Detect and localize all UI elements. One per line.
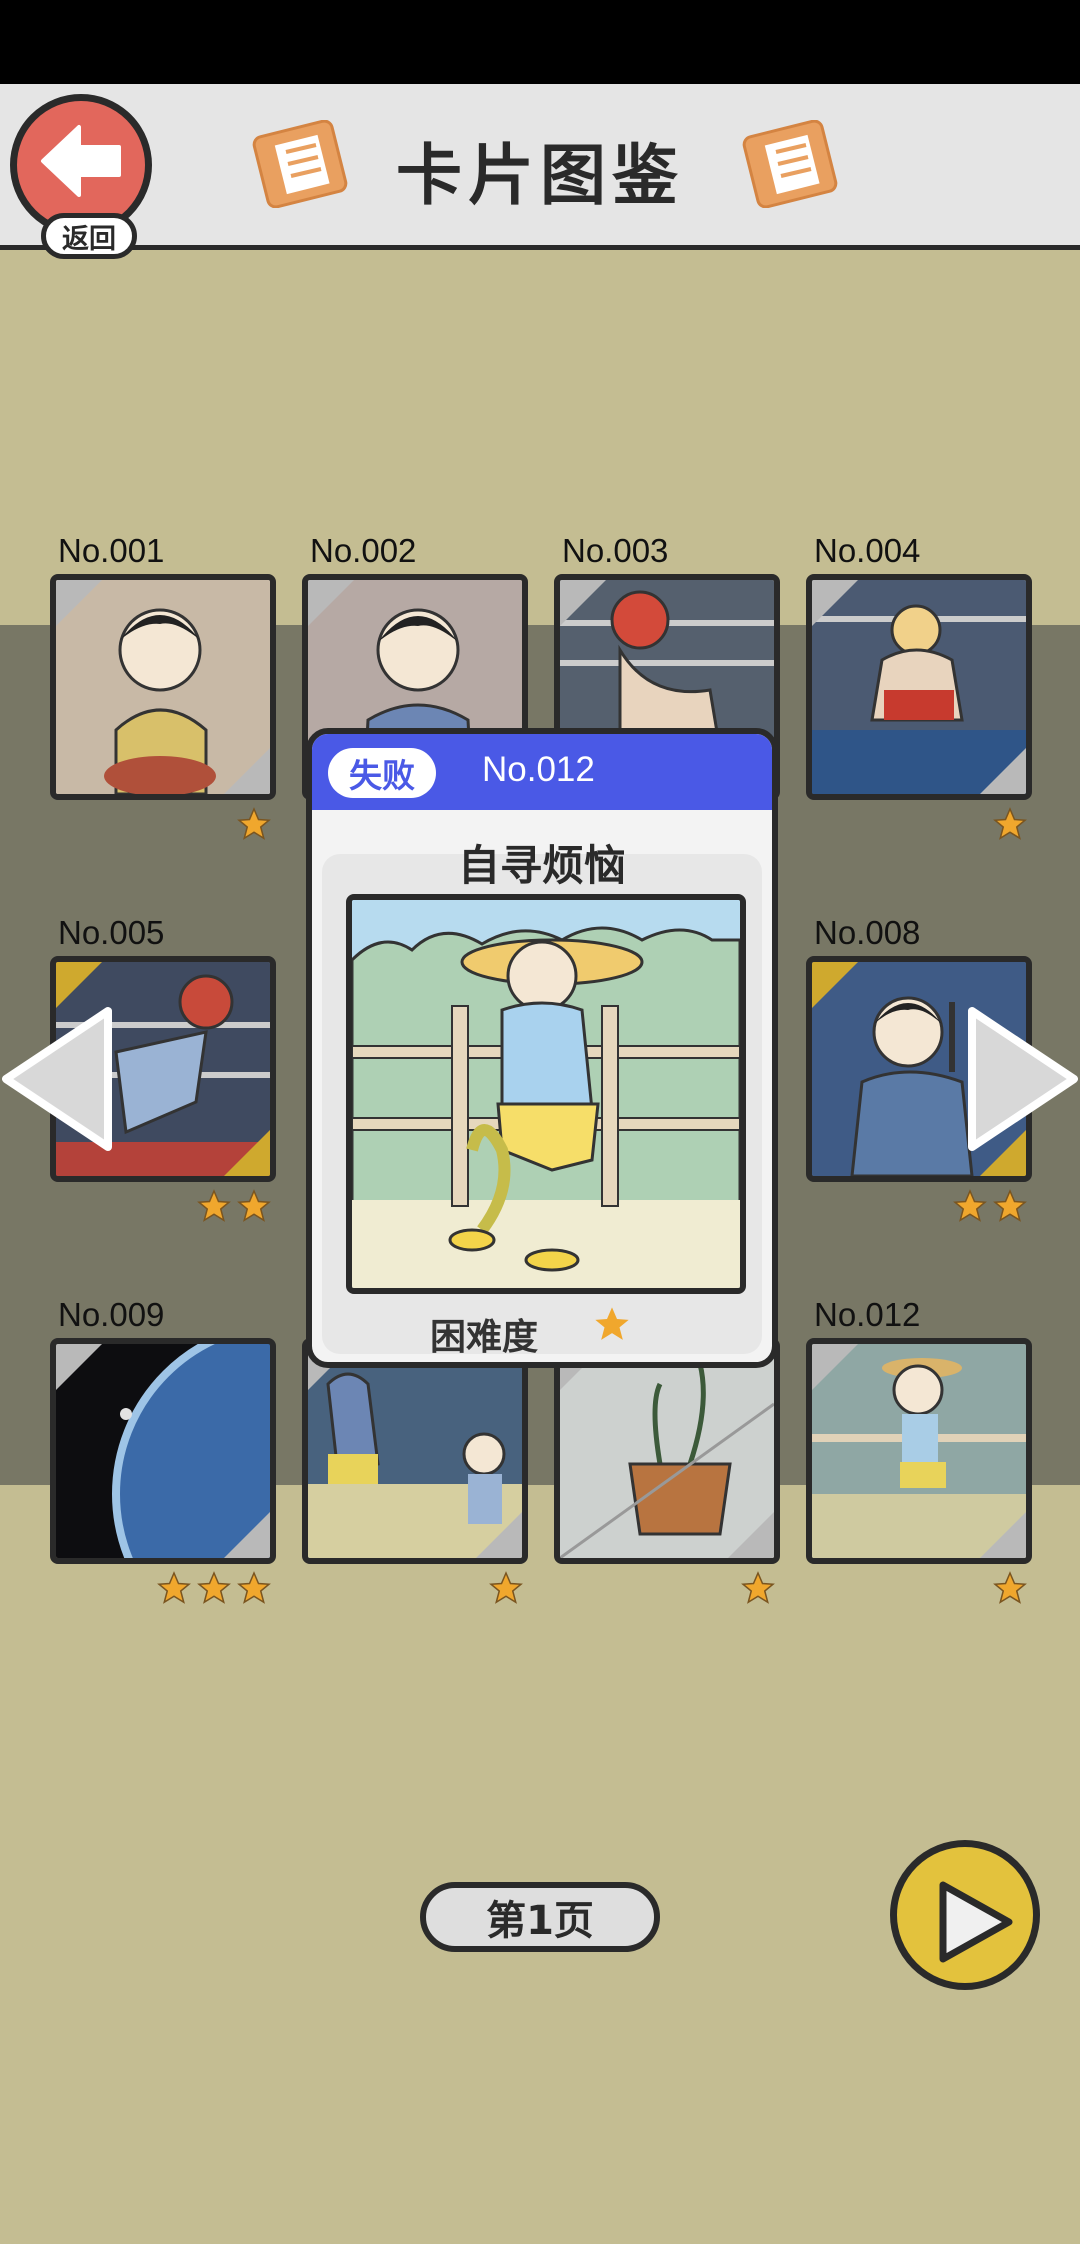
status-bar	[0, 0, 1080, 84]
play-icon	[939, 1881, 1013, 1963]
star-icon	[237, 1571, 271, 1604]
page-title: 卡片图鉴	[396, 137, 684, 214]
card-number: No.001	[58, 532, 165, 569]
card-thumbnail[interactable]	[806, 574, 1032, 800]
card-number: No.002	[310, 532, 417, 569]
star-icon	[197, 1571, 231, 1604]
star-icon	[993, 1571, 1027, 1604]
card-number: No.009	[58, 1296, 165, 1333]
status-badge: 失败	[328, 748, 436, 798]
card-number: No.004	[814, 532, 921, 569]
card-stars	[952, 1188, 1028, 1224]
star-icon	[237, 807, 271, 840]
star-icon	[993, 1189, 1027, 1222]
card-stars	[156, 1570, 272, 1606]
star-icon	[993, 807, 1027, 840]
card-stars	[236, 806, 272, 842]
popup-illustration	[346, 894, 746, 1294]
card-number: No.008	[814, 914, 921, 951]
back-label: 返回	[41, 213, 137, 259]
star-icon	[595, 1307, 629, 1340]
card-thumbnail[interactable]	[50, 574, 276, 800]
star-icon	[953, 1189, 987, 1222]
right-triangle-icon[interactable]	[968, 1005, 1080, 1153]
star-icon	[197, 1189, 231, 1222]
card-stars	[740, 1570, 776, 1606]
card-thumbnail[interactable]	[50, 1338, 276, 1564]
header-bar: 返回 卡片图鉴	[0, 84, 1080, 259]
card-thumbnail[interactable]	[806, 1338, 1032, 1564]
card-stars	[992, 1570, 1028, 1606]
card-stars	[488, 1570, 524, 1606]
next-page-button[interactable]	[890, 1840, 1040, 1990]
card-stars	[992, 806, 1028, 842]
card-number: No.005	[58, 914, 165, 951]
popup-card-number: No.012	[482, 750, 595, 789]
popup-header: 失败 No.012	[312, 734, 772, 810]
page-indicator: 第1页	[420, 1882, 660, 1952]
star-icon	[741, 1571, 775, 1604]
card-detail-popup[interactable]: 失败 No.012 自寻烦恼 困难度	[306, 728, 778, 1368]
popup-card-name: 自寻烦恼	[457, 841, 626, 890]
card-thumbnail[interactable]	[302, 1338, 528, 1564]
star-icon	[157, 1571, 191, 1604]
card-number: No.012	[814, 1296, 921, 1333]
card-thumbnail[interactable]	[554, 1338, 780, 1564]
left-triangle-icon[interactable]	[0, 1005, 112, 1153]
card-illustration	[352, 900, 740, 1288]
left-arrow-icon	[41, 125, 121, 197]
card-number: No.003	[562, 532, 669, 569]
star-icon	[237, 1189, 271, 1222]
star-icon	[489, 1571, 523, 1604]
back-button[interactable]: 返回	[10, 94, 152, 259]
card-stars	[196, 1188, 272, 1224]
card-icon	[742, 120, 838, 208]
difficulty-label: 困难度	[430, 1317, 539, 1358]
card-icon	[252, 120, 348, 208]
